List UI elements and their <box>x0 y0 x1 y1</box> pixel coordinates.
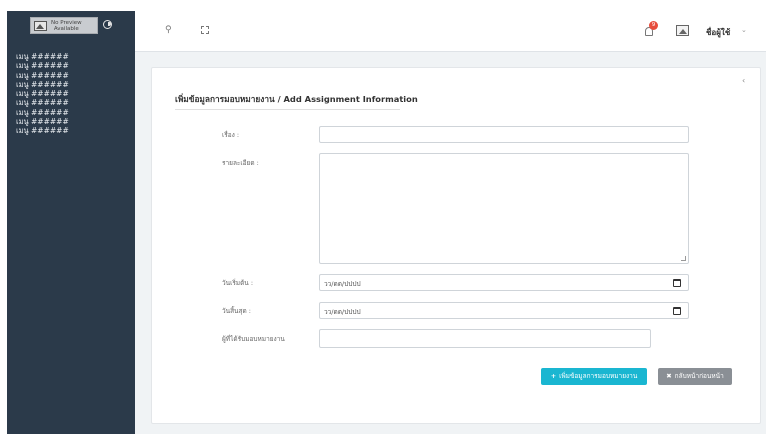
close-icon: ✖ <box>666 372 672 380</box>
end-date-input[interactable]: วว/ดด/ปปปป <box>319 302 689 319</box>
username[interactable]: ชื่อผู้ใช้ <box>706 26 730 39</box>
calendar-icon[interactable] <box>673 279 681 287</box>
chevron-left-icon[interactable]: ‹ <box>742 76 745 85</box>
assignee-label: ผู้ที่ได้รับมอบหมายงาน <box>222 335 285 343</box>
start-date-label: วันเริ่มต้น : <box>222 279 254 287</box>
detail-textarea[interactable] <box>319 153 689 264</box>
resize-handle-icon[interactable] <box>681 256 686 261</box>
subject-input[interactable] <box>319 126 689 143</box>
logo-text: No Preview Available <box>51 19 82 32</box>
back-button[interactable]: ✖ กลับหน้าก่อนหน้า <box>658 368 732 385</box>
avatar[interactable] <box>676 25 689 36</box>
chevron-down-icon[interactable]: ⌄ <box>741 26 747 34</box>
start-date-placeholder: วว/ดด/ปปปป <box>324 280 361 288</box>
page-title: เพิ่มข้อมูลการมอบหมายงาน / Add Assignmen… <box>175 94 418 104</box>
sidebar-toggle-icon[interactable] <box>103 20 112 29</box>
sidebar-item[interactable]: เมนู ###### <box>16 98 69 107</box>
sidebar-menu: เมนู ###### เมนู ###### เมนู ###### เมนู… <box>16 52 69 136</box>
calendar-icon[interactable] <box>673 307 681 315</box>
sidebar-item[interactable]: เมนู ###### <box>16 61 69 70</box>
start-date-input[interactable]: วว/ดด/ปปปป <box>319 274 689 291</box>
image-icon <box>34 20 47 31</box>
logo-placeholder[interactable]: No Preview Available <box>30 17 98 34</box>
sidebar-item[interactable]: เมนู ###### <box>16 80 69 89</box>
assignee-input[interactable] <box>319 329 651 348</box>
subject-label: เรื่อง : <box>222 131 240 139</box>
end-date-placeholder: วว/ดด/ปปปป <box>324 308 361 316</box>
sidebar-item[interactable]: เมนู ###### <box>16 126 69 135</box>
detail-label: รายละเอียด : <box>222 159 259 167</box>
end-date-label: วันสิ้นสุด : <box>222 307 251 315</box>
fullscreen-icon[interactable] <box>201 26 209 34</box>
sidebar-item[interactable]: เมนู ###### <box>16 52 69 61</box>
sidebar-item[interactable]: เมนู ###### <box>16 117 69 126</box>
plus-icon: + <box>550 372 557 380</box>
add-assignment-button[interactable]: + เพิ่มข้อมูลการมอบหมายงาน <box>541 368 647 385</box>
top-bar: ⚲ 9 ชื่อผู้ใช้ ⌄ <box>135 11 766 52</box>
sidebar-item[interactable]: เมนู ###### <box>16 108 69 117</box>
sidebar-item[interactable]: เมนู ###### <box>16 71 69 80</box>
notification-badge: 9 <box>649 21 658 30</box>
search-icon[interactable]: ⚲ <box>165 25 172 35</box>
title-divider <box>175 109 400 110</box>
sidebar-item[interactable]: เมนู ###### <box>16 89 69 98</box>
